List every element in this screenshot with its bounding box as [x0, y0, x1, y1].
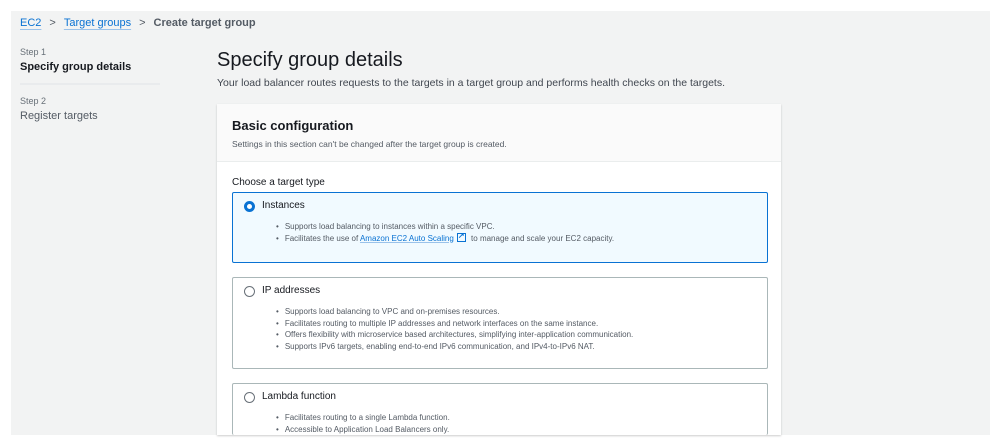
option-bullet: Offers flexibility with microservice bas…: [276, 329, 767, 341]
radio-ip-addresses[interactable]: [244, 285, 255, 297]
ec2-auto-scaling-link[interactable]: Amazon EC2 Auto Scaling: [360, 234, 454, 243]
option-bullet: Facilitates routing to multiple IP addre…: [276, 318, 767, 330]
page-title: Specify group details: [217, 49, 403, 71]
radio-instances[interactable]: [244, 200, 255, 212]
breadcrumb-target-groups[interactable]: Target groups: [64, 17, 131, 29]
option-bullet: Accessible to Application Load Balancers…: [276, 424, 767, 436]
step-1-title: Specify group details: [20, 61, 132, 73]
step-2-title: Register targets: [20, 110, 98, 122]
option-lambda-function[interactable]: Lambda function Facilitates routing to a…: [232, 383, 768, 435]
wizard-steps: Step 1 Specify group details Step 2 Regi…: [20, 47, 160, 122]
option-bullet: Supports load balancing to VPC and on-pr…: [276, 306, 767, 318]
main-frame: EC2 > Target groups > Create target grou…: [11, 11, 990, 435]
option-bullet: Facilitates the use of Amazon EC2 Auto S…: [276, 230, 767, 245]
step-2-number: Step 2: [20, 96, 47, 106]
breadcrumb-current: Create target group: [153, 17, 256, 29]
option-label: Lambda function: [262, 391, 336, 402]
card-title: Basic configuration: [232, 118, 354, 133]
bullet-text: to manage and scale your EC2 capacity.: [471, 233, 615, 243]
step-divider: [20, 83, 160, 85]
option-bullet: Supports load balancing to instances wit…: [276, 221, 767, 233]
option-ip-addresses[interactable]: IP addresses Supports load balancing to …: [232, 277, 768, 369]
option-bullet: Facilitates routing to a single Lambda f…: [276, 412, 767, 424]
chevron-right-icon: >: [139, 17, 146, 29]
breadcrumb: EC2 > Target groups > Create target grou…: [20, 17, 256, 29]
external-link-icon: [456, 230, 466, 242]
basic-configuration-card: Basic configuration Settings in this sec…: [217, 104, 781, 435]
option-bullet: Supports IPv6 targets, enabling end-to-e…: [276, 341, 767, 353]
option-label: IP addresses: [262, 285, 321, 296]
radio-lambda-function[interactable]: [244, 391, 255, 403]
target-type-label: Choose a target type: [232, 177, 325, 188]
bullet-text: Facilitates the use of: [284, 233, 359, 243]
step-1-number: Step 1: [20, 47, 47, 57]
option-instances[interactable]: Instances Supports load balancing to ins…: [232, 192, 768, 263]
breadcrumb-ec2[interactable]: EC2: [20, 17, 41, 29]
page-subtitle: Your load balancer routes requests to th…: [217, 77, 726, 89]
card-description: Settings in this section can't be change…: [232, 139, 507, 149]
option-label: Instances: [262, 200, 305, 211]
chevron-right-icon: >: [49, 17, 56, 29]
